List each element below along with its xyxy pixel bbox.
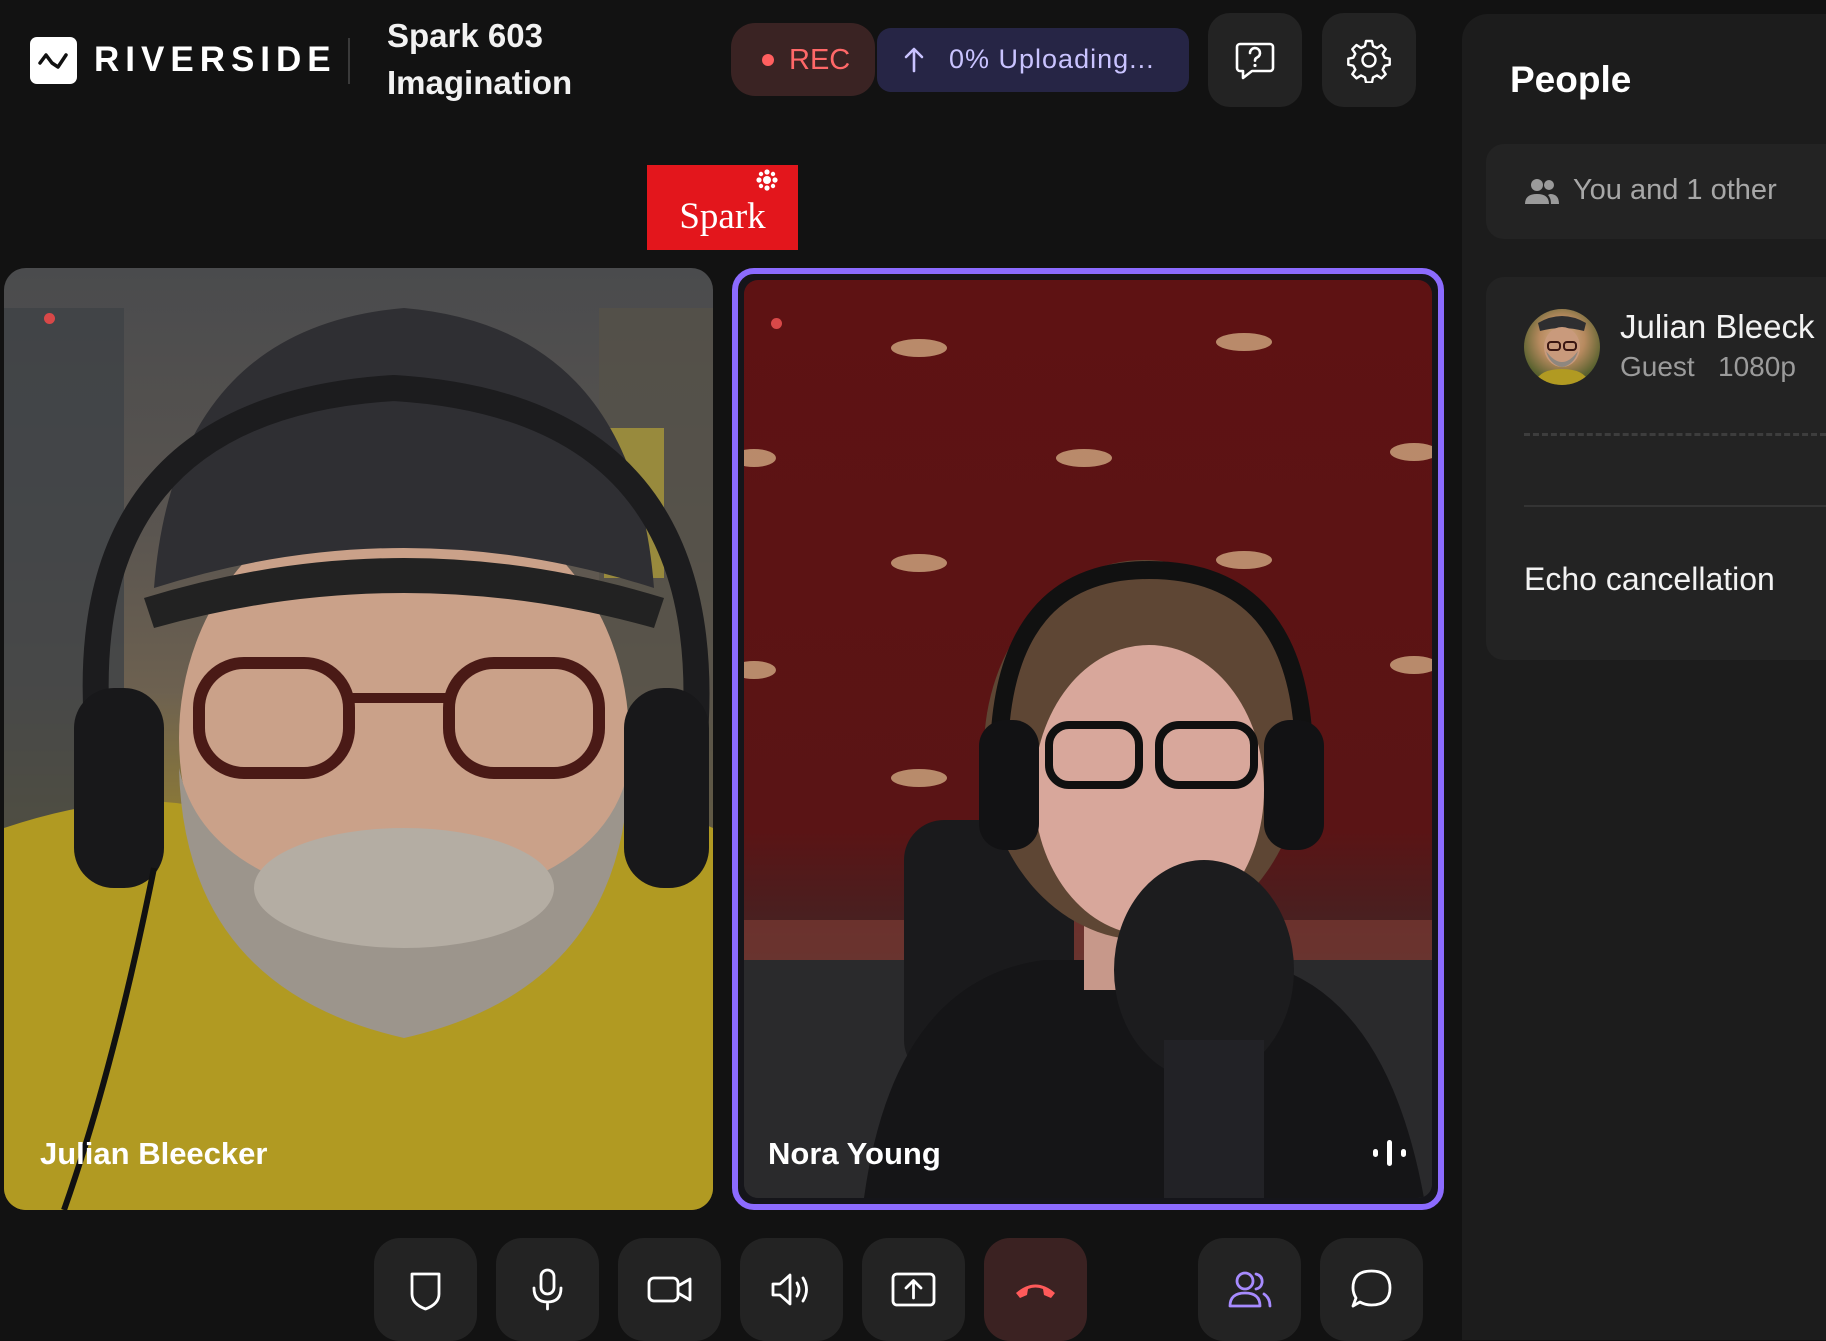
share-screen-button[interactable] [862, 1238, 965, 1341]
people-button[interactable] [1198, 1238, 1301, 1341]
avatar-image [1534, 316, 1590, 385]
participant-name: Julian Bleeck [1620, 308, 1815, 345]
speaking-indicator-icon [1373, 1140, 1406, 1166]
participant-name-julian: Julian Bleecker [40, 1136, 268, 1171]
upload-label: 0% Uploading... [949, 44, 1155, 74]
settings-icon [1347, 39, 1391, 83]
mic-button[interactable] [496, 1238, 599, 1341]
participants-summary-label: You and 1 other [1573, 174, 1777, 206]
speaker-icon [771, 1273, 808, 1306]
video-tile-julian[interactable]: Julian Bleecker [4, 268, 713, 1210]
camera-icon [647, 1276, 692, 1303]
participant-video-art [744, 333, 1432, 1198]
riverside-logo-icon [30, 37, 77, 84]
recording-dot-icon [762, 54, 774, 66]
upload-status: 0% Uploading... [877, 28, 1189, 92]
participant-name-nora: Nora Young [768, 1136, 941, 1171]
show-logo: Spark [647, 165, 798, 250]
avatar [1524, 309, 1600, 385]
share-screen-icon [891, 1272, 936, 1307]
speaker-button[interactable] [740, 1238, 843, 1341]
shield-icon [410, 1272, 441, 1311]
settings-button[interactable] [1322, 13, 1416, 107]
divider [1524, 505, 1826, 507]
chat-button[interactable] [1320, 1238, 1423, 1341]
people-panel: People You and 1 other Julian Bleeck Gue… [1462, 14, 1826, 1340]
people-icon [1228, 1271, 1272, 1308]
recording-status[interactable]: REC [731, 23, 875, 96]
studio-title-line2: Imagination [387, 64, 573, 101]
cbc-gem-icon [756, 169, 778, 191]
echo-cancellation-toggle[interactable]: Echo cancellation [1524, 561, 1775, 598]
help-button[interactable] [1208, 13, 1302, 107]
audio-level-meter [1524, 433, 1826, 436]
participant-video [4, 308, 713, 1210]
studio-title-line1: Spark 603 [387, 17, 543, 54]
chat-icon [1351, 1269, 1392, 1308]
mic-icon [532, 1268, 563, 1311]
call-controls [0, 1230, 1462, 1341]
people-panel-title: People [1510, 59, 1632, 100]
local-recording-dot-icon [44, 313, 55, 324]
participant-meta: Guest 1080p [1620, 351, 1796, 382]
group-icon [1525, 179, 1559, 204]
participant-card[interactable]: Julian Bleeck Guest 1080p Echo cancellat… [1486, 277, 1826, 660]
end-call-icon [1016, 1284, 1055, 1298]
show-logo-text: Spark [679, 196, 766, 237]
video-tile-nora[interactable]: Nora Young [732, 268, 1444, 1210]
camera-button[interactable] [618, 1238, 721, 1341]
help-icon [1235, 42, 1275, 80]
participants-summary: You and 1 other [1486, 144, 1826, 239]
top-bar: RIVERSIDE Spark 603 Imagination REC 0% U… [0, 0, 1462, 120]
divider [348, 38, 350, 84]
rec-label: REC [789, 44, 851, 76]
local-recording-dot-icon [771, 318, 782, 329]
end-call-button[interactable] [984, 1238, 1087, 1341]
shield-button[interactable] [374, 1238, 477, 1341]
participant-video: Nora Young [744, 280, 1432, 1198]
brand-name: RIVERSIDE [94, 40, 337, 79]
arrow-up-icon [904, 47, 924, 73]
